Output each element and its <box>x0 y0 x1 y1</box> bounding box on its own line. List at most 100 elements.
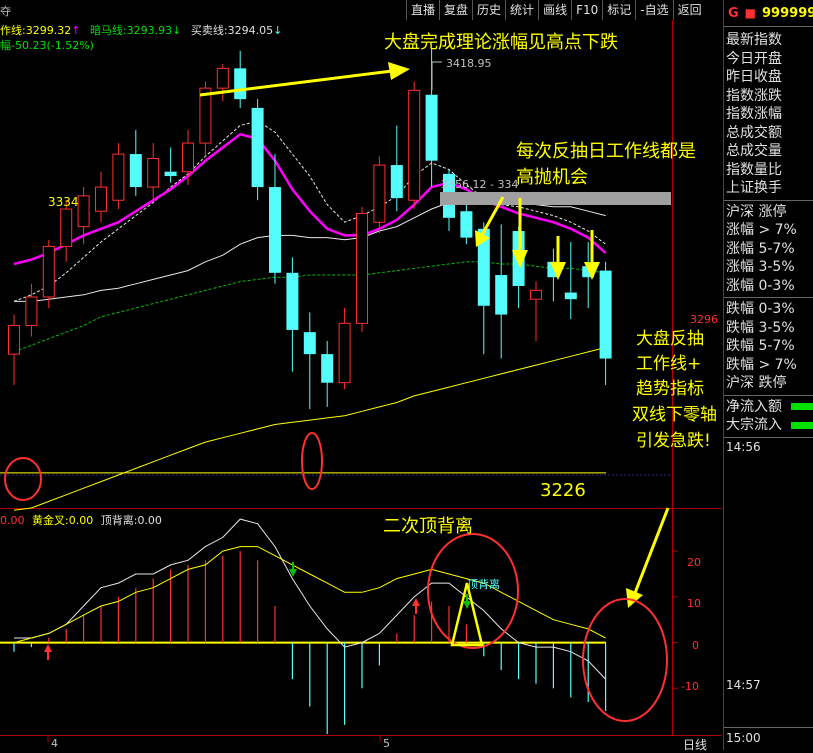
sidebar-up-range-3: 涨幅 3-5% <box>726 259 795 275</box>
ind-tick-neg10: -10 <box>681 680 699 693</box>
sidebar-header: G ■ 999999 <box>724 0 813 27</box>
dark-horse-value: 3293.93 <box>126 24 173 37</box>
candle-body-down <box>599 270 612 359</box>
sidebar-stat-5: 总成交额 <box>726 124 782 141</box>
sidebar-stat-4: 指数涨幅 <box>726 106 782 122</box>
headline-annotation: 大盘完成理论涨幅见高点下跌 <box>384 32 618 53</box>
sidebar-down-range-0: 跌幅 0-3% <box>726 301 795 317</box>
ind-tick-10: 10 <box>687 597 701 610</box>
low-circle-1 <box>4 457 42 501</box>
top-divergence-label: 顶背离: <box>100 514 138 527</box>
net-inflow-row: 净流入额 <box>724 398 813 417</box>
x-label-month-5: 5 <box>383 737 390 750</box>
candle-body-down <box>495 274 508 315</box>
sidebar-stat-7: 指数量比 <box>726 161 782 178</box>
buy-sell-value: 3294.05 <box>227 24 274 37</box>
main-legend: 作线:3299.32↑ 暗马线:3293.93↓ 买卖线:3294.05↓ <box>0 24 283 37</box>
candle-body-down <box>460 211 473 238</box>
sidebar-stat-8: 上证换手 <box>726 180 782 196</box>
candle-body-down <box>303 332 316 355</box>
net-inflow-bar <box>791 403 813 411</box>
candle-body-up <box>356 212 368 324</box>
candle-body-up <box>25 296 38 327</box>
candle-body-up <box>95 186 107 212</box>
candle-body-up <box>216 67 229 89</box>
draw-line-button[interactable]: 画线 <box>538 0 571 20</box>
mark-button[interactable]: 标记 <box>602 0 635 20</box>
quote-sidebar: G ■ 999999 最新指数 今日开盘 昨日收盘 指数涨跌 指数涨幅 总成交额 总成交量指… <box>723 0 813 750</box>
amp-legend: 幅-50.23(-1.52%) <box>0 39 94 52</box>
candle-body-up <box>42 245 55 298</box>
replay-button[interactable]: 复盘 <box>439 0 472 20</box>
candle-body-up <box>182 142 194 173</box>
golden-cross-marker-2 <box>412 598 420 606</box>
candle-body-down <box>390 165 403 199</box>
candle-body-up <box>408 89 421 201</box>
time-1457: 14:57 <box>726 678 761 692</box>
f10-button[interactable]: F10 <box>571 0 602 20</box>
range-price-label: 3356.12 - 334 <box>441 178 519 191</box>
stats-button[interactable]: 统计 <box>505 0 538 20</box>
indicator-value-1: 0.00 <box>0 514 25 527</box>
buy-sell-label: 买卖线: <box>190 24 228 37</box>
live-button[interactable]: 直播 <box>406 0 439 20</box>
x-label-month-4: 4 <box>51 737 58 750</box>
work-line-value: 3299.32 <box>25 24 72 37</box>
sidebar-stat-3: 指数涨跌 <box>726 87 782 104</box>
g-label: G <box>728 5 739 21</box>
ind-tick-0: 0 <box>692 639 699 652</box>
candle-body-up <box>338 322 351 384</box>
block-inflow-bar <box>791 421 813 429</box>
sidebar-stat-2: 昨日收盘 <box>726 69 782 85</box>
block-inflow-row: 大宗流入 <box>724 416 813 435</box>
sidebar-down-range-2: 跌幅 5-7% <box>726 338 795 354</box>
headline-arrow-head <box>388 62 410 80</box>
resistance-band <box>440 192 671 205</box>
candle-body-down <box>129 154 142 188</box>
rebound-annotation-line1: 每次反抽日工作线都是 <box>516 141 696 162</box>
right-note-2: 工作线+ <box>636 354 702 374</box>
candle-body-down <box>321 354 334 383</box>
sidebar-up-range-1: 涨幅 > 7% <box>726 222 797 238</box>
time-1456: 14:56 <box>726 439 761 454</box>
sidebar-down-range-4: 沪深 跌停 <box>726 375 787 391</box>
candle-body-up <box>147 157 160 188</box>
candle-body-up <box>112 153 125 201</box>
sidebar-up-range-2: 涨幅 5-7% <box>726 240 795 257</box>
top-divergence-value: 0.00 <box>137 514 162 527</box>
support-level-annotation: 3226 <box>540 480 586 501</box>
indicator-arrow-shaft <box>633 507 670 594</box>
golden-cross-marker-1 <box>44 644 52 652</box>
sidebar-stat-0: 最新指数 <box>726 32 782 48</box>
sidebar-up-range-4: 涨幅 0-3% <box>726 277 795 294</box>
period-label[interactable]: 日线 <box>683 736 707 753</box>
divergence-tag: 顶背离 <box>467 578 500 591</box>
golden-cross-value: 0.00 <box>68 514 94 527</box>
sidebar-down-range-1: 跌幅 3-5% <box>726 319 795 336</box>
candle-body-up <box>60 208 73 247</box>
zero-cross-circle <box>582 598 668 722</box>
back-button[interactable]: 返回 <box>672 0 706 20</box>
sidebar-down-range-3: 跌幅 > 7% <box>726 356 797 373</box>
candle-body-down <box>234 68 247 100</box>
candle-body-down <box>251 107 264 188</box>
low-circle-2 <box>301 432 323 490</box>
history-button[interactable]: 历史 <box>472 0 505 20</box>
level-3334-label: 3334 <box>48 195 79 209</box>
index-code: 999999 <box>762 5 813 21</box>
death-cross-marker-1 <box>289 569 297 577</box>
right-note-4: 双线下零轴 <box>632 405 717 425</box>
candle-body-down <box>286 272 299 330</box>
candle-body-up <box>530 289 542 300</box>
block-inflow-label: 大宗流入 <box>726 417 782 433</box>
right-note-3: 趋势指标 <box>636 379 704 399</box>
candle-body-up <box>199 87 212 144</box>
watchlist-button[interactable]: -自选 <box>635 0 672 20</box>
candle-body-down <box>164 171 177 177</box>
candle-body-up <box>373 164 386 223</box>
toolbar: 直播 复盘 历史 统计 画线 F10 标记 -自选 返回 <box>406 0 722 20</box>
candle-body-up <box>77 195 90 228</box>
candle-body-up <box>8 325 20 355</box>
dark-horse-label: 暗马线: <box>89 24 127 37</box>
rebound-annotation-line2: 高抛机会 <box>516 167 588 188</box>
